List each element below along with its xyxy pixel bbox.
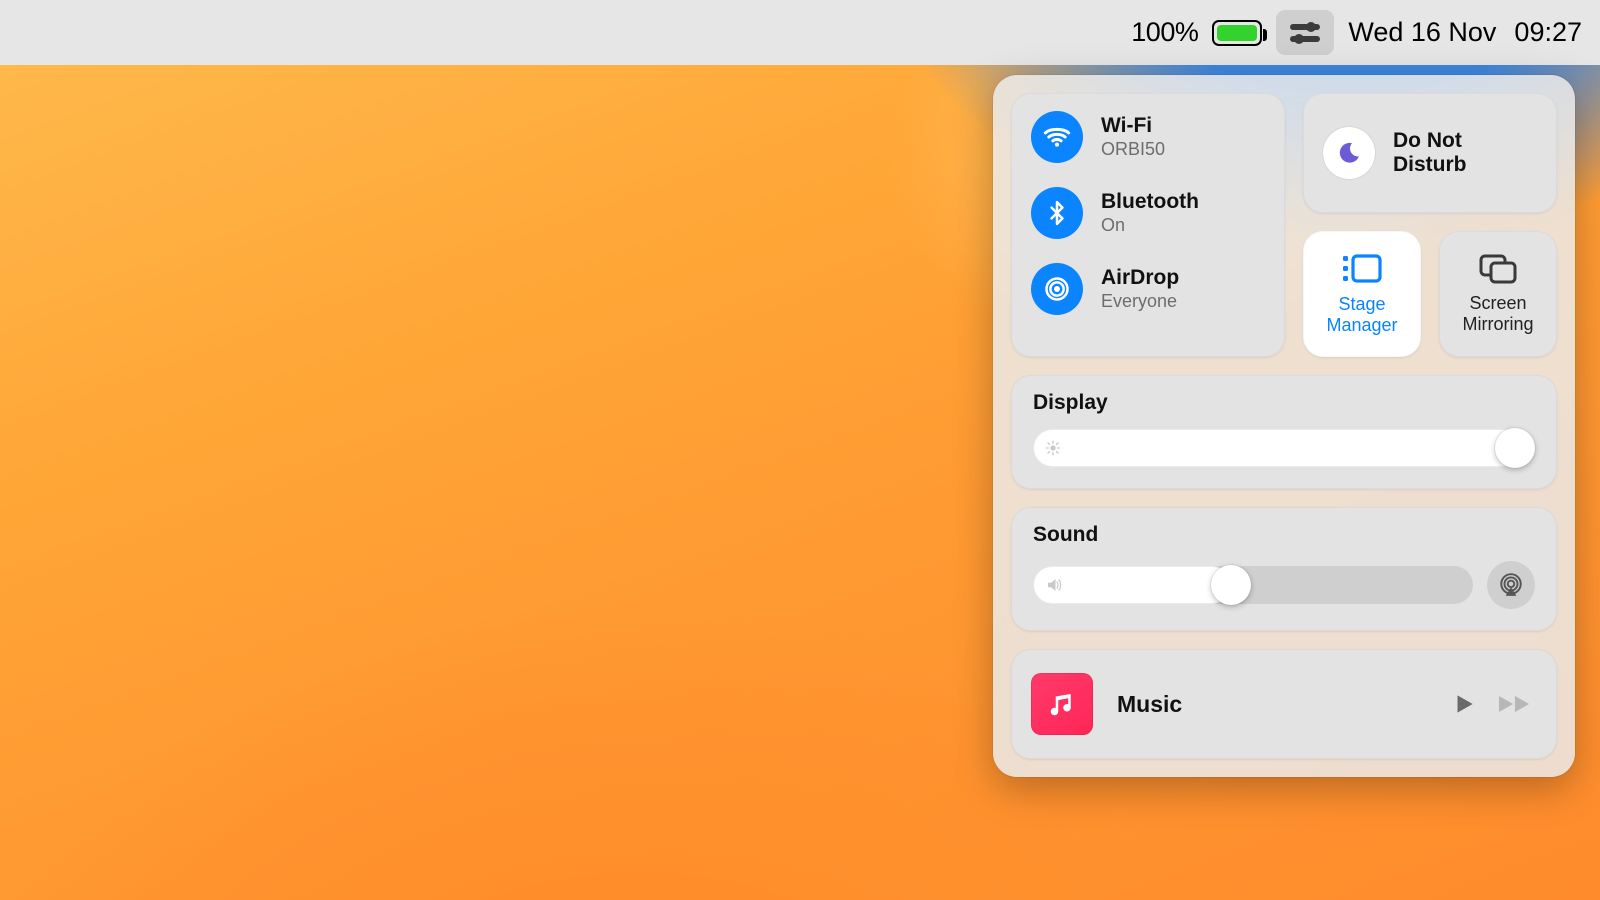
play-button[interactable] <box>1451 691 1477 717</box>
forward-button[interactable] <box>1497 691 1537 717</box>
display-card: Display <box>1011 375 1557 489</box>
bluetooth-label: Bluetooth <box>1101 190 1199 213</box>
control-center-panel: Wi-Fi ORBI50 Bluetooth On <box>993 75 1575 777</box>
moon-icon <box>1323 127 1375 179</box>
dnd-label: Do Not Disturb <box>1393 129 1537 177</box>
connectivity-card: Wi-Fi ORBI50 Bluetooth On <box>1011 93 1285 357</box>
airdrop-label: AirDrop <box>1101 266 1179 289</box>
airdrop-toggle[interactable]: AirDrop Everyone <box>1031 263 1265 315</box>
airplay-icon <box>1498 572 1524 598</box>
menubar-date: Wed 16 Nov <box>1348 17 1496 48</box>
bluetooth-icon <box>1031 187 1083 239</box>
airdrop-icon <box>1031 263 1083 315</box>
display-label: Display <box>1033 391 1535 415</box>
do-not-disturb-toggle[interactable]: Do Not Disturb <box>1303 93 1557 213</box>
menubar-time: 09:27 <box>1514 17 1582 48</box>
wifi-label: Wi-Fi <box>1101 114 1165 137</box>
speaker-icon <box>1045 576 1063 594</box>
wifi-icon <box>1031 111 1083 163</box>
airdrop-status: Everyone <box>1101 291 1179 312</box>
screen-mirroring-icon <box>1478 253 1518 285</box>
battery-icon[interactable] <box>1212 20 1262 46</box>
control-center-icon <box>1290 23 1320 43</box>
control-center-menubar-button[interactable] <box>1276 10 1334 55</box>
battery-percentage: 100% <box>1131 17 1198 48</box>
airplay-audio-button[interactable] <box>1487 561 1535 609</box>
brightness-slider[interactable] <box>1033 429 1535 467</box>
sun-icon <box>1045 440 1061 456</box>
music-app-icon <box>1031 673 1093 735</box>
bluetooth-toggle[interactable]: Bluetooth On <box>1031 187 1265 239</box>
wifi-network: ORBI50 <box>1101 139 1165 160</box>
menubar-datetime[interactable]: Wed 16 Nov 09:27 <box>1348 17 1582 48</box>
sound-label: Sound <box>1033 523 1535 547</box>
menu-bar: 100% Wed 16 Nov 09:27 <box>0 0 1600 65</box>
music-card[interactable]: Music <box>1011 649 1557 759</box>
volume-slider[interactable] <box>1033 566 1473 604</box>
stage-manager-icon <box>1340 252 1384 286</box>
music-title: Music <box>1117 691 1427 718</box>
sound-card: Sound <box>1011 507 1557 631</box>
screen-mirroring-button[interactable]: Screen Mirroring <box>1439 231 1557 357</box>
stage-manager-label: Stage Manager <box>1303 294 1421 335</box>
wifi-toggle[interactable]: Wi-Fi ORBI50 <box>1031 111 1265 163</box>
stage-manager-toggle[interactable]: Stage Manager <box>1303 231 1421 357</box>
screen-mirroring-label: Screen Mirroring <box>1439 293 1557 334</box>
bluetooth-status: On <box>1101 215 1199 236</box>
